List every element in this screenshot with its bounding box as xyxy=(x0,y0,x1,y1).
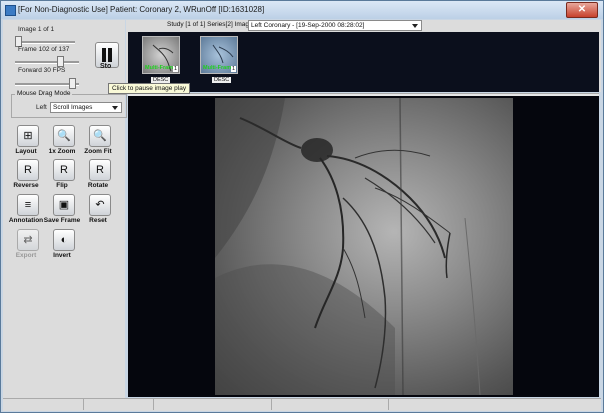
left-button-label: Left xyxy=(36,104,47,111)
invert-icon: ◐ xyxy=(53,229,75,251)
pause-icon-bar-left xyxy=(102,48,106,62)
thumbnail-count: 1 xyxy=(230,66,236,72)
fps-label: Forward 30 FPS xyxy=(18,67,66,74)
pause-icon-bar-right xyxy=(108,48,112,62)
status-separator xyxy=(271,399,272,410)
multi-frame-badge: Multi-Frame xyxy=(145,65,177,71)
series-thumbnail[interactable]: Multi-Frame 1 xyxy=(200,36,238,74)
rotate-icon: R xyxy=(89,159,111,181)
multi-frame-badge: Multi-Frame xyxy=(203,65,235,71)
reset-icon: ↶ xyxy=(89,194,111,216)
thumbnail-count: 1 xyxy=(172,66,178,72)
rotate-button[interactable]: R Rotate xyxy=(81,159,115,197)
angiogram-image[interactable] xyxy=(215,98,513,395)
status-separator xyxy=(388,399,389,410)
image-slider[interactable] xyxy=(15,36,75,47)
frame-slider[interactable] xyxy=(15,56,79,67)
chevron-down-icon xyxy=(112,106,118,110)
fps-slider[interactable] xyxy=(15,78,79,89)
tool-label: Reset xyxy=(89,217,107,224)
zoom-fit-icon: 🔍 xyxy=(89,125,111,147)
reverse-icon: R xyxy=(17,159,39,181)
save-frame-icon: ▣ xyxy=(53,194,75,216)
annotation-icon: ≡ xyxy=(17,194,39,216)
tool-label: Rotate xyxy=(87,182,109,189)
series-thumbnail[interactable]: Multi-Frame 1 xyxy=(142,36,180,74)
image-counter-label: Image 1 of 1 xyxy=(18,26,55,33)
tool-label: Zoom Fit xyxy=(84,148,112,155)
save-frame-button[interactable]: ▣ Save Frame xyxy=(44,194,80,232)
zoom-icon: 🔍 xyxy=(53,125,75,147)
reset-button[interactable]: ↶ Reset xyxy=(81,194,115,232)
stop-label: Sto xyxy=(100,63,112,70)
layout-grid-icon: ⊞ xyxy=(17,125,39,147)
series-select[interactable]: Left Coronary - [19-Sep-2000 08:28:02] xyxy=(248,20,422,31)
image-viewport[interactable] xyxy=(128,96,599,397)
close-button[interactable]: ✕ xyxy=(566,2,598,18)
zoom-fit-button[interactable]: 🔍 Zoom Fit xyxy=(81,125,115,163)
status-bar xyxy=(3,398,601,411)
chevron-down-icon xyxy=(412,24,418,28)
1x-zoom-button[interactable]: 🔍 1x Zoom xyxy=(45,125,79,163)
reverse-button[interactable]: R Reverse xyxy=(9,159,43,197)
status-separator xyxy=(83,399,84,410)
thumbnail-caption: DESC xyxy=(212,77,232,83)
window-title: [For Non-Diagnostic Use] Patient: Corona… xyxy=(18,5,265,14)
layout-button[interactable]: ⊞ Layout xyxy=(9,125,43,163)
coronary-angiogram-frame xyxy=(215,98,481,395)
fps-slider-thumb[interactable] xyxy=(69,78,76,89)
tool-label: Invert xyxy=(53,252,71,259)
export-icon: ⇄ xyxy=(17,229,39,251)
frame-counter-label: Frame 102 of 137 xyxy=(18,46,70,53)
title-bar[interactable]: [For Non-Diagnostic Use] Patient: Corona… xyxy=(1,1,603,19)
mouse-drag-mode-label: Mouse Drag Mode xyxy=(15,90,73,97)
flip-button[interactable]: R Flip xyxy=(45,159,79,197)
thumbnail-strip xyxy=(128,32,599,92)
left-button-mode-select[interactable]: Scroll Images xyxy=(50,102,122,113)
frame-slider-thumb[interactable] xyxy=(57,56,64,67)
app-icon xyxy=(5,5,16,16)
export-button[interactable]: ⇄ Export xyxy=(9,229,43,267)
invert-button[interactable]: ◐ Invert xyxy=(45,229,79,267)
status-separator xyxy=(153,399,154,410)
app-window: [For Non-Diagnostic Use] Patient: Corona… xyxy=(0,0,604,413)
flip-icon: R xyxy=(53,159,75,181)
left-button-mode-value: Scroll Images xyxy=(53,104,93,111)
series-select-value: Left Coronary - [19-Sep-2000 08:28:02] xyxy=(251,22,365,29)
pause-tooltip: Click to pause image play xyxy=(108,83,191,94)
annotation-button[interactable]: ≡ Annotation xyxy=(9,194,43,232)
